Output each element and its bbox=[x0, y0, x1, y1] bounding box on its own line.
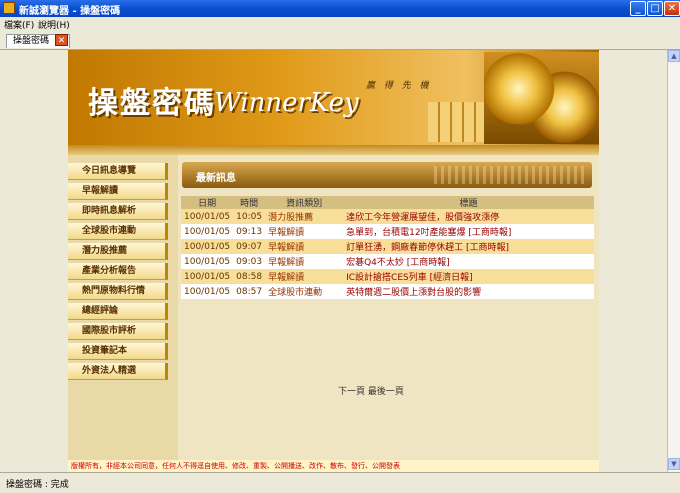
row-category: 早報解讀 bbox=[265, 239, 344, 254]
tab-close-icon[interactable]: ✕ bbox=[55, 34, 68, 46]
row-title-link[interactable]: 宏碁Q4不太妙 [工商時報] bbox=[343, 254, 594, 269]
pagination: 下一頁 最後一頁 bbox=[338, 384, 404, 397]
row-category: 早報解讀 bbox=[265, 269, 344, 284]
sidebar-item-industry-report[interactable]: 產業分析報告 bbox=[68, 263, 168, 280]
menu-file[interactable]: 檔案(F) bbox=[4, 18, 34, 31]
row-date: 100/01/05 bbox=[181, 224, 234, 239]
status-bar: 操盤密碼 : 完成 bbox=[0, 472, 680, 493]
row-time: 09:07 bbox=[233, 239, 266, 254]
column-header-category: 資訊類別 bbox=[265, 196, 344, 209]
next-page-link[interactable]: 下一頁 bbox=[338, 387, 365, 397]
copyright-footer: 版權所有，非經本公司同意，任何人不得逕自使用、修改、重製、公開播送、改作、散布、… bbox=[68, 460, 599, 472]
logo-chinese: 操盤密碼 bbox=[88, 86, 216, 121]
table-row: 100/01/05 09:13 早報解讀 急單到，台積電12吋產能塞爆 [工商時… bbox=[181, 224, 594, 239]
row-category: 潛力股推薦 bbox=[265, 209, 344, 224]
sidebar-item-macro-review[interactable]: 總經評論 bbox=[68, 303, 168, 320]
column-header-title: 標題 bbox=[343, 196, 594, 209]
news-table: 日期 時間 資訊類別 標題 100/01/05 10:05 潛力股推薦 達欣工今… bbox=[181, 196, 594, 299]
row-date: 100/01/05 bbox=[181, 254, 234, 269]
table-row: 100/01/05 08:57 全球股市連動 英特爾週二股價上漲對台股的影響 bbox=[181, 284, 594, 299]
row-date: 100/01/05 bbox=[181, 209, 234, 224]
title-bar: 新誠瀏覽器 - 操盤密碼 _ □ ✕ bbox=[0, 0, 680, 17]
sidebar-item-intl-market[interactable]: 國際股市評析 bbox=[68, 323, 168, 340]
browser-content: 操盤密碼 WinnerKey 贏 得 先 機 今日訊息導覽 早報解讀 即時訊息解… bbox=[0, 50, 667, 472]
row-time: 08:57 bbox=[233, 284, 266, 299]
banner: 操盤密碼 WinnerKey 贏 得 先 機 bbox=[68, 50, 599, 145]
row-date: 100/01/05 bbox=[181, 239, 234, 254]
scroll-up-icon[interactable]: ▲ bbox=[668, 50, 680, 62]
news-panel: 最新訊息 日期 時間 資訊類別 標題 100/01/05 10:05 潛力股推薦… bbox=[178, 155, 599, 460]
column-header-time: 時間 bbox=[233, 196, 266, 209]
news-panel-header: 最新訊息 bbox=[182, 162, 592, 188]
table-header-row: 日期 時間 資訊類別 標題 bbox=[181, 196, 594, 209]
last-page-link[interactable]: 最後一頁 bbox=[368, 387, 404, 397]
vertical-scrollbar[interactable]: ▲ ▼ bbox=[667, 50, 680, 472]
sidebar-item-foreign-picks[interactable]: 外資法人精選 bbox=[68, 363, 168, 380]
row-time: 10:05 bbox=[233, 209, 266, 224]
sidebar-item-global-market[interactable]: 全球股市連動 bbox=[68, 223, 168, 240]
banner-slogan: 贏 得 先 機 bbox=[366, 81, 432, 91]
logo-english: WinnerKey bbox=[214, 88, 359, 118]
row-time: 09:03 bbox=[233, 254, 266, 269]
menu-bar: 檔案(F) 說明(H) bbox=[0, 17, 680, 31]
row-time: 09:13 bbox=[233, 224, 266, 239]
row-title-link[interactable]: 急單到，台積電12吋產能塞爆 [工商時報] bbox=[343, 224, 594, 239]
table-row: 100/01/05 08:58 早報解讀 IC設計搶搭CES列車 [經濟日報] bbox=[181, 269, 594, 284]
sidebar-item-notebook[interactable]: 投資筆記本 bbox=[68, 343, 168, 360]
sidebar-item-potential-stocks[interactable]: 潛力股推薦 bbox=[68, 243, 168, 260]
scroll-down-icon[interactable]: ▼ bbox=[668, 458, 680, 470]
sidebar-item-today[interactable]: 今日訊息導覽 bbox=[68, 163, 168, 180]
app-icon bbox=[3, 2, 15, 14]
row-title-link[interactable]: 達欣工今年營運展望佳，股價強攻漲停 bbox=[343, 209, 594, 224]
row-date: 100/01/05 bbox=[181, 269, 234, 284]
row-date: 100/01/05 bbox=[181, 284, 234, 299]
row-title-link[interactable]: 英特爾週二股價上漲對台股的影響 bbox=[343, 284, 594, 299]
row-category: 早報解讀 bbox=[265, 224, 344, 239]
column-header-date: 日期 bbox=[181, 196, 234, 209]
status-text: 操盤密碼 : 完成 bbox=[6, 480, 69, 490]
web-page: 操盤密碼 WinnerKey 贏 得 先 機 今日訊息導覽 早報解讀 即時訊息解… bbox=[68, 50, 599, 472]
table-row: 100/01/05 10:05 潛力股推薦 達欣工今年營運展望佳，股價強攻漲停 bbox=[181, 209, 594, 224]
table-row: 100/01/05 09:07 早報解讀 訂單狂湧，鋼廠春節停休趕工 [工商時報… bbox=[181, 239, 594, 254]
window-title: 新誠瀏覽器 - 操盤密碼 bbox=[19, 6, 121, 17]
maximize-button[interactable]: □ bbox=[647, 1, 663, 16]
menu-help[interactable]: 說明(H) bbox=[38, 18, 70, 31]
minimize-button[interactable]: _ bbox=[630, 1, 646, 16]
sidebar-item-morning-report[interactable]: 早報解讀 bbox=[68, 183, 168, 200]
row-category: 早報解讀 bbox=[265, 254, 344, 269]
tab-bar: 操盤密碼 bbox=[0, 32, 680, 50]
sidebar-item-realtime[interactable]: 即時訊息解析 bbox=[68, 203, 168, 220]
row-category: 全球股市連動 bbox=[265, 284, 344, 299]
close-button[interactable]: ✕ bbox=[664, 1, 680, 16]
sidebar-nav: 今日訊息導覽 早報解讀 即時訊息解析 全球股市連動 潛力股推薦 產業分析報告 熱… bbox=[68, 163, 172, 383]
row-title-link[interactable]: IC設計搶搭CES列車 [經濟日報] bbox=[343, 269, 594, 284]
sidebar-item-commodities[interactable]: 熱門原物料行情 bbox=[68, 283, 168, 300]
gold-coins-image bbox=[484, 52, 599, 144]
row-title-link[interactable]: 訂單狂湧，鋼廠春節停休趕工 [工商時報] bbox=[343, 239, 594, 254]
table-row: 100/01/05 09:03 早報解讀 宏碁Q4不太妙 [工商時報] bbox=[181, 254, 594, 269]
row-time: 08:58 bbox=[233, 269, 266, 284]
news-panel-title: 最新訊息 bbox=[196, 173, 236, 184]
